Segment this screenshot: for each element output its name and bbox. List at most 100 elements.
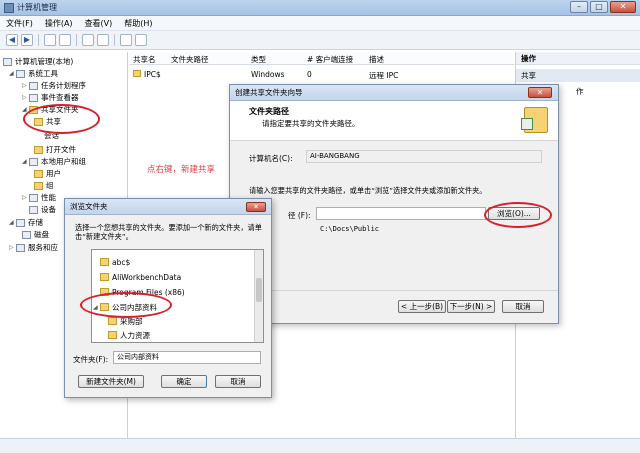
annotation-ellipse-folder [80,292,172,318]
tree-open-files[interactable]: 打开文件 [34,144,76,155]
collapse-arrow-icon[interactable]: ◢ [22,158,29,165]
show-tree-icon[interactable] [59,34,71,46]
tree-storage[interactable]: ◢ 存储 [9,217,43,228]
export-list-icon[interactable] [97,34,109,46]
tree-device-manager[interactable]: 设备 [29,204,56,215]
computer-management-icon [4,2,14,13]
tree-users[interactable]: 用户 [34,168,61,179]
maximize-button[interactable]: □ [590,1,608,13]
expand-arrow-icon[interactable]: ▷ [22,82,29,89]
actions-header: 操作 [516,52,640,65]
ok-button[interactable]: 确定 [161,375,207,388]
folder-item[interactable]: 人力资源 [108,329,150,341]
wizard-divider [230,290,558,291]
folder-wizard-icon [521,107,548,133]
services-icon [16,243,25,252]
folder-name-label: 文件夹(F): [73,355,109,364]
expand-arrow-icon[interactable]: ▷ [22,194,29,201]
column-share-name[interactable]: 共享名 [133,54,156,65]
next-button[interactable]: 下一步(N) > [447,300,495,313]
folder-path-input[interactable] [316,207,486,220]
tree-groups[interactable]: 组 [34,180,54,191]
disk-icon [22,230,31,239]
scrollbar-thumb[interactable] [256,278,262,302]
annotation-ellipse-shared-folders [23,104,100,134]
back-button[interactable]: < 上一步(B) [398,300,446,313]
computer-name-label: 计算机名(C): [249,154,293,163]
wizard-subheading: 请指定要共享的文件夹路径。 [262,119,360,128]
window-title: 计算机管理 [17,3,57,12]
share-badge-icon [521,118,533,130]
actions-shares-section[interactable]: 共享 [516,69,640,82]
column-clients[interactable]: # 客户端连接 [307,54,353,65]
refresh-icon[interactable] [82,34,94,46]
wizard-close-button[interactable]: ✕ [528,87,552,98]
folder-icon [100,273,109,281]
tools-icon [16,69,25,78]
computer-icon [3,57,12,66]
folder-item[interactable]: AliWorkbenchData [100,271,181,283]
menu-bar: 文件(F) 操作(A) 查看(V) 帮助(H) [0,16,640,31]
open-files-icon [34,145,43,154]
wizard-cancel-button[interactable]: 取消 [502,300,544,313]
folder-icon [34,181,43,190]
tree-disk-management[interactable]: 磁盘 [22,229,49,240]
column-folder-path[interactable]: 文件夹路径 [171,54,209,65]
browse-cancel-button[interactable]: 取消 [215,375,261,388]
collapse-arrow-icon[interactable]: ◢ [9,219,16,226]
storage-icon [16,218,25,227]
browse-title: 浏览文件夹 [65,199,271,215]
wizard-title: 创建共享文件夹向导 [230,85,558,101]
tree-local-users[interactable]: ◢ 本地用户和组 [22,156,86,167]
wizard-heading: 文件夹路径 [249,107,289,116]
menu-view[interactable]: 查看(V) [85,18,113,29]
folder-name-input[interactable]: 公司内部资料 [113,351,261,364]
toolbar-separator [38,34,39,46]
show-action-pane-icon[interactable] [135,34,147,46]
window-titlebar: 计算机管理 – □ ✕ [0,0,640,16]
tree-root[interactable]: 计算机管理(本地) [3,56,73,67]
folder-item[interactable]: abc$ [100,256,130,268]
annotation-ellipse-browse [484,202,552,228]
wizard-instruction: 请输入您要共享的文件夹路径，或单击“浏览”选择文件夹或添加新文件夹。 [249,186,487,195]
help-icon[interactable] [120,34,132,46]
users-icon [29,157,38,166]
folder-icon [108,317,117,325]
expand-arrow-icon[interactable]: ▷ [22,94,29,101]
tree-event-viewer[interactable]: ▷ 事件查看器 [22,92,79,103]
forward-icon[interactable]: ▶ [21,34,33,46]
menu-file[interactable]: 文件(F) [6,18,33,29]
table-row[interactable]: IPC$ Windows 0 远程 IPC [129,68,514,80]
minimize-button[interactable]: – [570,1,588,13]
tree-task-scheduler[interactable]: ▷ 任务计划程序 [22,80,86,91]
expand-arrow-icon[interactable]: ▷ [9,244,16,251]
close-button[interactable]: ✕ [610,1,636,13]
computer-name-field: AI-BANGBANG [306,150,542,163]
wizard-banner: 文件夹路径 请指定要共享的文件夹路径。 [230,101,558,141]
event-log-icon [29,93,38,102]
annotation-text: 点右键，新建共享 [147,165,216,175]
column-type[interactable]: 类型 [251,54,266,65]
folder-path-label: 径 (F): [288,211,311,220]
collapse-arrow-icon[interactable]: ◢ [9,70,16,77]
back-icon[interactable]: ◀ [6,34,18,46]
share-icon [133,70,141,77]
column-description[interactable]: 描述 [369,54,384,65]
clock-icon [29,81,38,90]
list-header: 共享名 文件夹路径 类型 # 客户端连接 描述 [129,52,514,65]
folder-icon [34,169,43,178]
folder-tree-scrollbar[interactable] [254,250,263,342]
tree-system-tools[interactable]: ◢ 系统工具 [9,68,58,79]
toolbar-separator [114,34,115,46]
up-folder-icon[interactable] [44,34,56,46]
device-manager-icon [29,205,38,214]
toolbar: ◀ ▶ [0,31,640,50]
browse-close-button[interactable]: ✕ [246,202,266,212]
more-actions[interactable]: 作 [576,86,584,97]
tree-performance[interactable]: ▷ 性能 [22,192,56,203]
menu-action[interactable]: 操作(A) [45,18,73,29]
new-folder-button[interactable]: 新建文件夹(M) [78,375,144,388]
tree-services[interactable]: ▷ 服务和应 [9,242,58,253]
status-bar [0,438,640,453]
menu-help[interactable]: 帮助(H) [124,18,152,29]
